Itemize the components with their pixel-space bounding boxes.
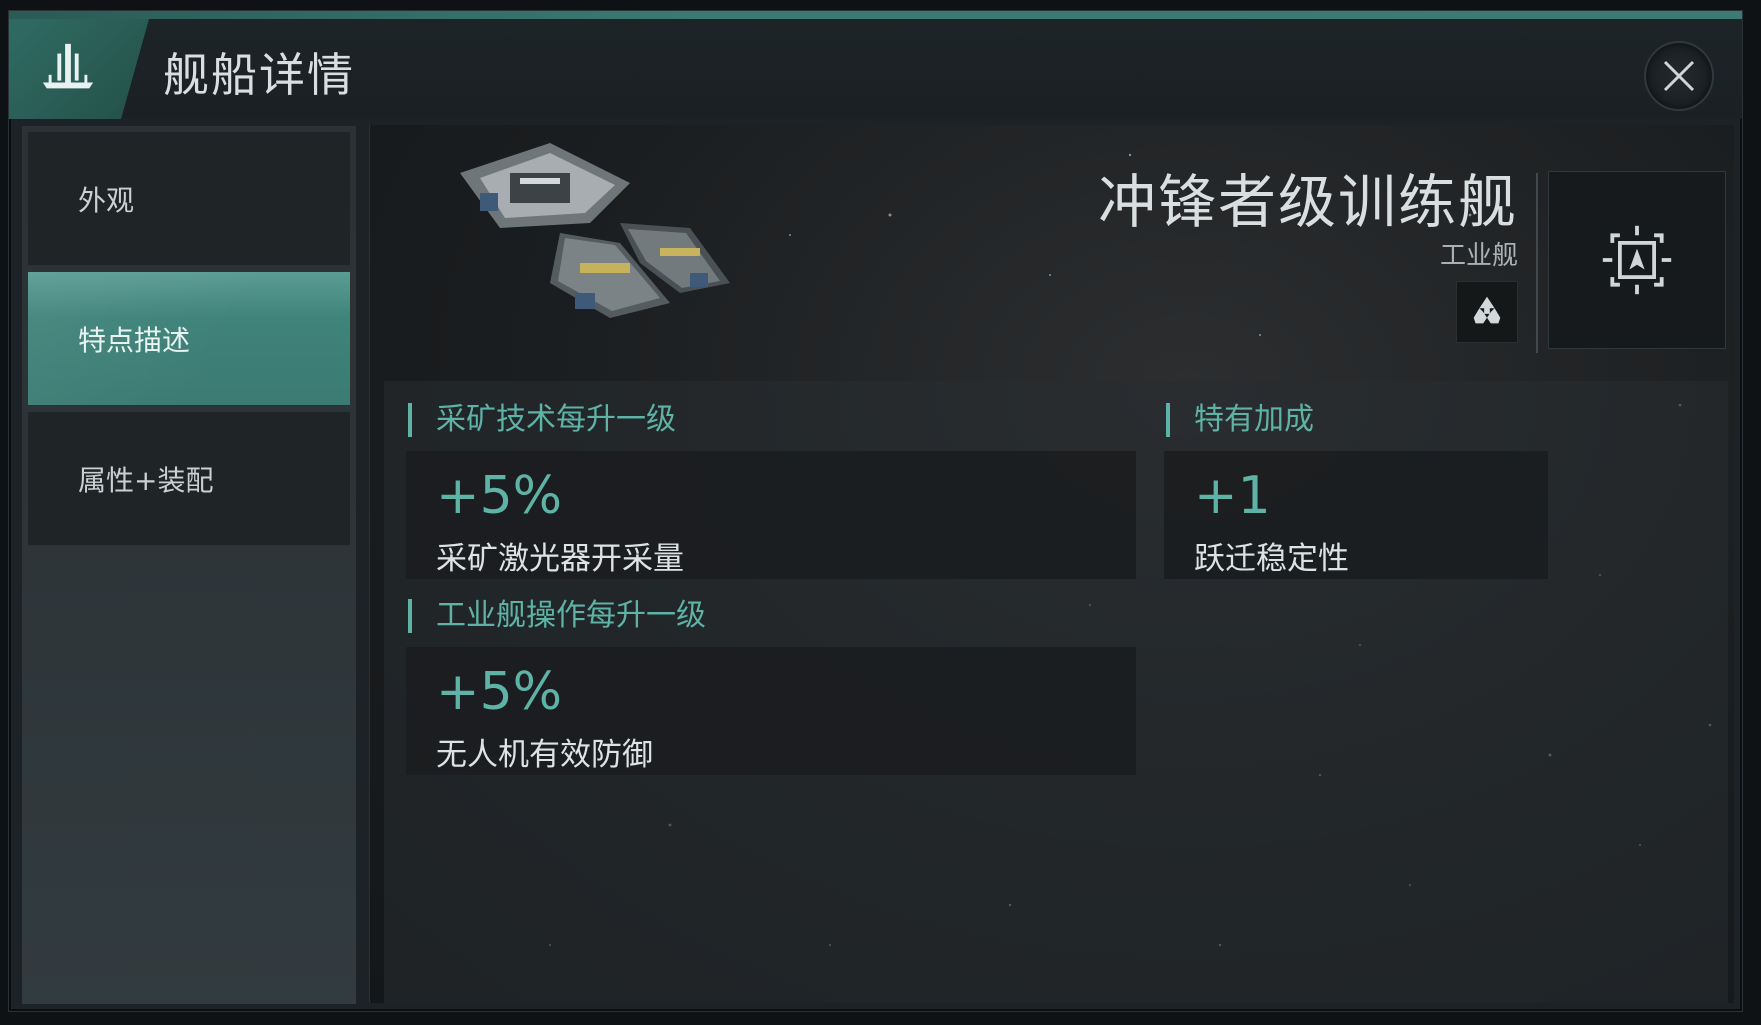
window-header: 舰船详情	[9, 19, 1742, 119]
page-title: 舰船详情	[163, 48, 355, 102]
sidebar: 外观 特点描述 属性+装配	[21, 125, 357, 1005]
main-panel: 冲锋者级训练舰 工业舰 采矿技术每升一级 +5% 采矿激光器开采量 特有加成 +…	[369, 125, 1734, 1003]
sidebar-item-traits[interactable]: 特点描述	[28, 272, 350, 406]
ship-image	[460, 143, 730, 318]
close-button[interactable]	[1644, 41, 1714, 111]
ship-details-window: 舰船详情 外观 特点描述 属性+装配 冲锋者级训练舰 工业舰 采矿技术每升一级 …	[8, 10, 1743, 1012]
trait-description: 跃迁稳定性	[1194, 541, 1349, 577]
trait-value: +5%	[436, 662, 563, 722]
sidebar-item-attributes-fitting[interactable]: 属性+装配	[28, 412, 350, 546]
top-accent-bar	[9, 11, 1742, 19]
trait-value: +5%	[436, 466, 563, 526]
sidebar-item-label: 特点描述	[78, 323, 191, 357]
sidebar-item-appearance[interactable]: 外观	[28, 132, 350, 266]
ship-fleet-icon	[9, 19, 149, 119]
section-title-mining: 采矿技术每升一级	[408, 403, 676, 437]
trait-card-industrial: +5% 无人机有效防御	[406, 647, 1136, 775]
trait-card-special: +1 跃迁稳定性	[1164, 451, 1548, 579]
locate-target-icon	[1602, 225, 1672, 295]
sidebar-item-label: 外观	[78, 183, 135, 217]
trait-description: 采矿激光器开采量	[436, 541, 684, 577]
trait-card-mining: +5% 采矿激光器开采量	[406, 451, 1136, 579]
trait-value: +1	[1194, 466, 1271, 526]
close-icon	[1663, 60, 1695, 92]
traits-panel: 采矿技术每升一级 +5% 采矿激光器开采量 特有加成 +1 跃迁稳定性 工业舰操…	[384, 381, 1728, 1003]
ship-class: 工业舰	[1439, 241, 1518, 271]
header-divider	[1536, 173, 1538, 353]
trait-description: 无人机有效防御	[436, 737, 653, 773]
section-title-special: 特有加成	[1166, 403, 1314, 437]
section-title-industrial: 工业舰操作每升一级	[408, 599, 706, 633]
recycle-button[interactable]	[1456, 281, 1518, 343]
locate-button[interactable]	[1548, 171, 1726, 349]
ship-name: 冲锋者级训练舰	[1097, 168, 1518, 236]
recycle-icon	[1473, 296, 1501, 324]
ship-fleet-icon-svg	[42, 43, 94, 89]
sidebar-item-label: 属性+装配	[78, 463, 214, 497]
